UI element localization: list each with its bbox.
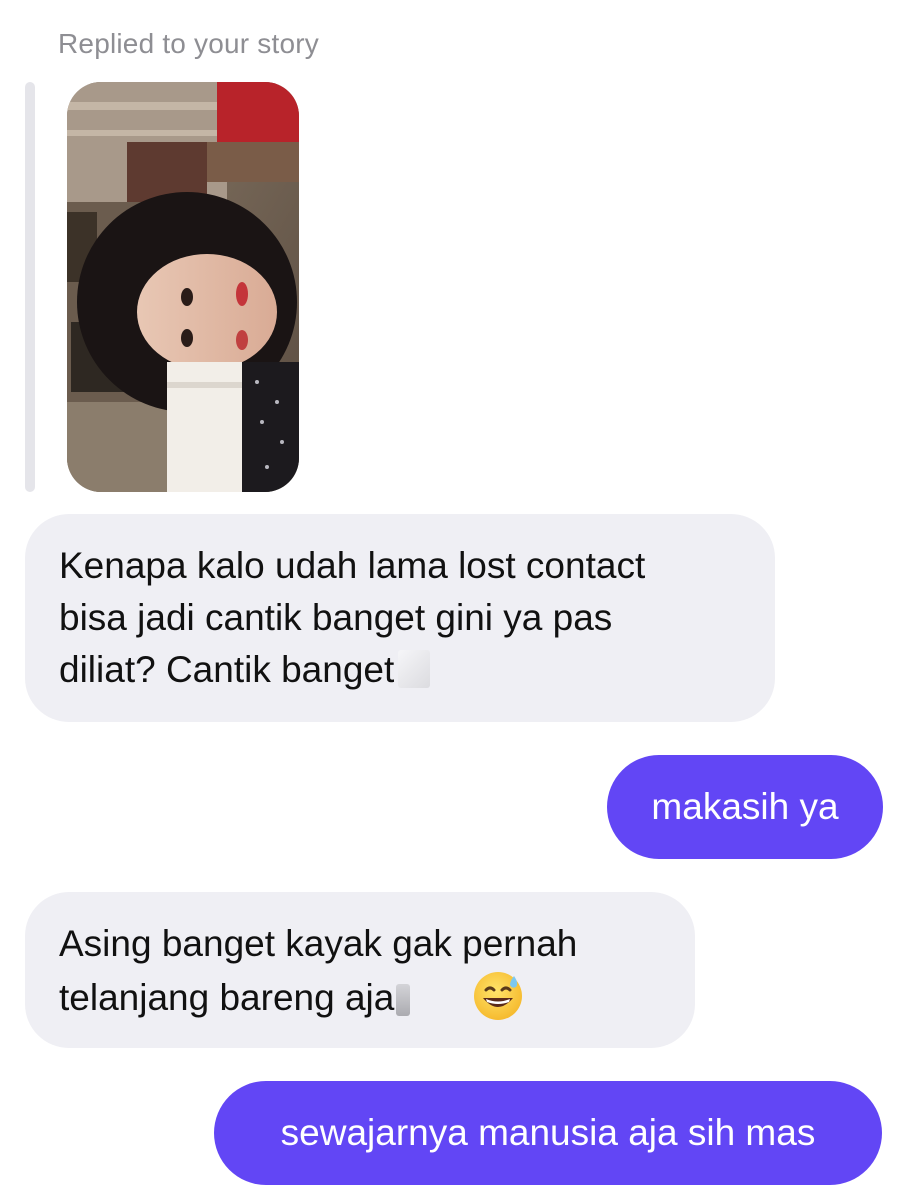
incoming-message-2[interactable]: Asing banget kayak gak pernah telanjang … bbox=[25, 892, 695, 1048]
incoming-message-1[interactable]: Kenapa kalo udah lama lost contact bisa … bbox=[25, 514, 775, 722]
grinning-sweat-emoji-icon bbox=[472, 970, 524, 1022]
message-text: makasih ya bbox=[651, 786, 839, 827]
redacted-emoji-smudge bbox=[398, 650, 431, 688]
reply-to-story-label: Replied to your story bbox=[58, 28, 319, 59]
story-photo-thumbnail bbox=[67, 82, 299, 492]
redacted-text-smudge bbox=[396, 984, 411, 1016]
message-line: bisa jadi cantik banget gini ya pas bbox=[59, 597, 613, 638]
outgoing-message-2[interactable]: sewajarnya manusia aja sih mas bbox=[214, 1081, 882, 1185]
message-line-with-redaction: diliat? Cantik banget bbox=[59, 644, 741, 696]
message-line-text: telanjang bareng aja bbox=[59, 977, 395, 1018]
message-line-text: diliat? Cantik banget bbox=[59, 649, 395, 690]
outgoing-message-1[interactable]: makasih ya bbox=[607, 755, 883, 859]
story-thumbnail[interactable] bbox=[67, 82, 299, 492]
message-text: sewajarnya manusia aja sih mas bbox=[280, 1112, 816, 1153]
reply-quote-bar bbox=[25, 82, 35, 492]
message-line-with-emoji: telanjang bareng aja bbox=[59, 970, 661, 1024]
message-line: Asing banget kayak gak pernah bbox=[59, 923, 578, 964]
message-line: Kenapa kalo udah lama lost contact bbox=[59, 545, 646, 586]
